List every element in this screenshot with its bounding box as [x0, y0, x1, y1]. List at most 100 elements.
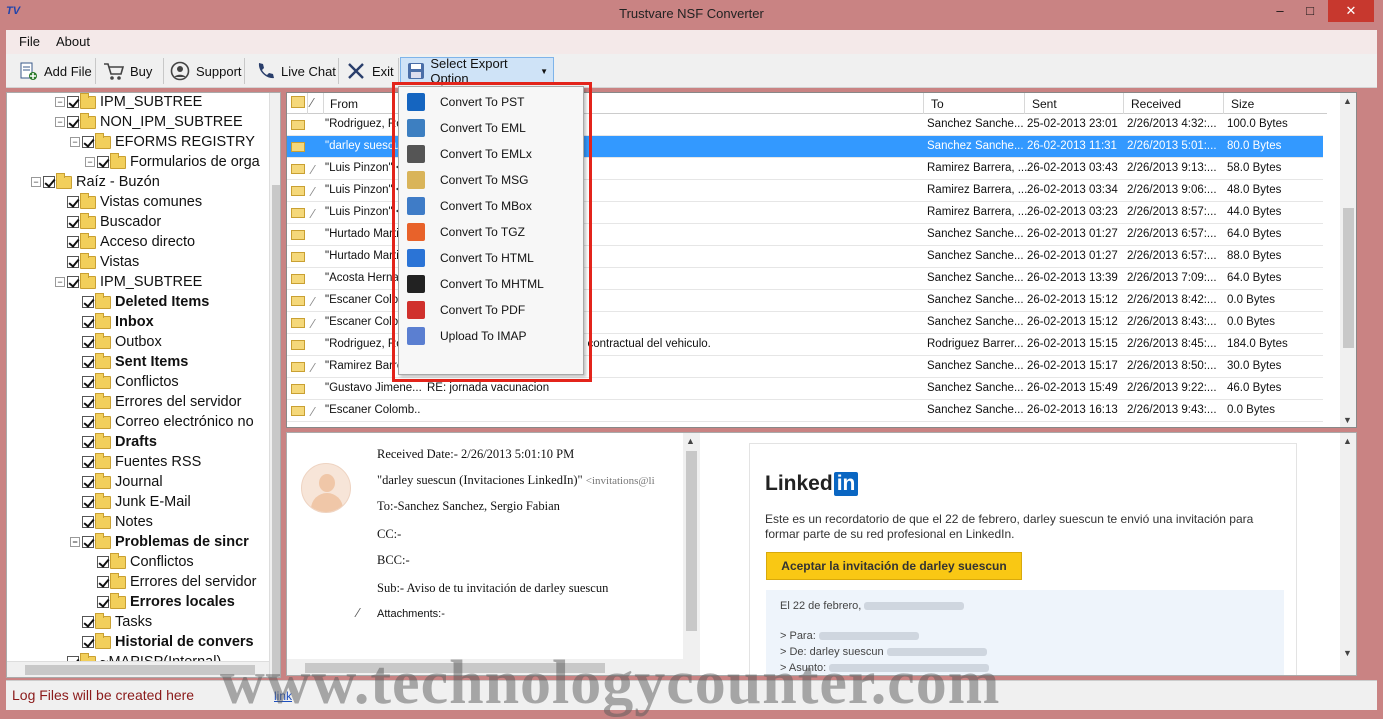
expand-toggle-icon[interactable]: − [70, 137, 80, 147]
tree-item[interactable]: Inbox [70, 312, 154, 332]
checkbox[interactable] [82, 476, 94, 488]
expand-toggle-icon[interactable]: − [55, 97, 65, 107]
checkbox[interactable] [82, 336, 94, 348]
email-row[interactable]: "Gustavo Jimene... RE: jornada vacunacion… [287, 378, 1323, 400]
checkbox[interactable] [67, 196, 79, 208]
tree-scroll-thumb[interactable] [272, 185, 280, 677]
export-option[interactable]: Convert To TGZ [399, 219, 583, 245]
checkbox[interactable] [82, 616, 94, 628]
checkbox[interactable] [67, 96, 79, 108]
tree-item[interactable]: − IPM_SUBTREE [55, 93, 202, 112]
col-received[interactable]: Received [1131, 97, 1181, 111]
expand-toggle-icon[interactable]: − [55, 117, 65, 127]
checkbox[interactable] [82, 396, 94, 408]
tree-item[interactable]: − Formularios de orga [85, 152, 260, 172]
export-option[interactable]: Convert To MHTML [399, 271, 583, 297]
col-from[interactable]: From [330, 97, 358, 111]
expand-toggle-icon[interactable]: − [31, 177, 41, 187]
tree-item[interactable]: Junk E-Mail [70, 492, 191, 512]
tree-item[interactable]: − Problemas de sincr [70, 532, 249, 552]
list-scrollbar[interactable]: ▲ ▼ [1340, 93, 1356, 427]
tree-item[interactable]: Errores del servidor [85, 572, 257, 592]
select-export-option-button[interactable]: Select Export Option ▼ [400, 56, 554, 86]
tree-item[interactable]: Tasks [70, 612, 152, 632]
checkbox[interactable] [43, 176, 55, 188]
email-row[interactable]: ∕ "Escaner Colomb... Sanchez Sanche... 26-0… [287, 400, 1323, 422]
checkbox[interactable] [82, 456, 94, 468]
support-button[interactable]: Support [164, 57, 247, 85]
scroll-up-icon[interactable]: ▲ [1343, 96, 1352, 106]
tree-item[interactable]: Deleted Items [70, 292, 209, 312]
close-button[interactable]: ✕ [1328, 0, 1374, 22]
export-option[interactable]: Convert To PST [399, 89, 583, 115]
tree-item[interactable]: − EFORMS REGISTRY [70, 132, 255, 152]
checkbox[interactable] [82, 496, 94, 508]
checkbox[interactable] [82, 316, 94, 328]
menu-file[interactable]: File [19, 34, 40, 49]
accept-invitation-button[interactable]: Aceptar la invitación de darley suescun [766, 552, 1022, 580]
checkbox[interactable] [67, 236, 79, 248]
preview-meta-hscrollbar[interactable] [287, 659, 683, 675]
checkbox[interactable] [82, 436, 94, 448]
tree-item[interactable]: Conflictos [85, 552, 194, 572]
tree-item[interactable]: Buscador [55, 212, 161, 232]
col-size[interactable]: Size [1231, 97, 1254, 111]
checkbox[interactable] [82, 136, 94, 148]
tree-item[interactable]: Vistas comunes [55, 192, 202, 212]
export-option[interactable]: Convert To EMLx [399, 141, 583, 167]
tree-scrollbar[interactable] [269, 93, 280, 677]
checkbox[interactable] [97, 556, 109, 568]
checkbox[interactable] [67, 116, 79, 128]
maximize-button[interactable]: □ [1295, 0, 1325, 22]
expand-toggle-icon[interactable]: − [85, 157, 95, 167]
scroll-up-icon[interactable]: ▲ [1343, 436, 1352, 446]
export-option[interactable]: Convert To EML [399, 115, 583, 141]
export-option[interactable]: Convert To HTML [399, 245, 583, 271]
tree-item[interactable]: − IPM_SUBTREE [55, 272, 202, 292]
checkbox[interactable] [82, 376, 94, 388]
export-option[interactable]: Convert To MBox [399, 193, 583, 219]
preview-meta-scroll-thumb[interactable] [686, 451, 697, 631]
scroll-down-icon[interactable]: ▼ [1343, 415, 1352, 425]
tree-item[interactable]: Drafts [70, 432, 157, 452]
preview-meta-hscroll-thumb[interactable] [305, 663, 605, 673]
tree-item[interactable]: Errores locales [85, 592, 235, 612]
tree-item[interactable]: Vistas [55, 252, 139, 272]
checkbox[interactable] [67, 276, 79, 288]
tree-item[interactable]: Acceso directo [55, 232, 195, 252]
checkbox[interactable] [97, 156, 109, 168]
minimize-button[interactable]: – [1265, 0, 1295, 22]
log-link[interactable]: link [274, 689, 292, 703]
col-to[interactable]: To [931, 97, 944, 111]
checkbox[interactable] [82, 636, 94, 648]
checkbox[interactable] [97, 576, 109, 588]
checkbox[interactable] [82, 416, 94, 428]
list-scroll-thumb[interactable] [1343, 208, 1354, 348]
live-chat-button[interactable]: Live Chat [249, 57, 341, 85]
checkbox[interactable] [67, 216, 79, 228]
col-sent[interactable]: Sent [1032, 97, 1057, 111]
tree-item[interactable]: Errores del servidor [70, 392, 242, 412]
tree-item[interactable]: Sent Items [70, 352, 188, 372]
buy-button[interactable]: Buy [98, 57, 157, 85]
tree-item[interactable]: Journal [70, 472, 163, 492]
preview-meta-scrollbar[interactable]: ▲ [683, 433, 700, 675]
tree-item[interactable]: Outbox [70, 332, 162, 352]
export-option[interactable]: Convert To PDF [399, 297, 583, 323]
tree-hscrollbar[interactable] [7, 661, 269, 677]
expand-toggle-icon[interactable]: − [70, 537, 80, 547]
tree-item[interactable]: − Raíz - Buzón [31, 172, 160, 192]
scroll-down-icon[interactable]: ▼ [1343, 648, 1352, 658]
export-option[interactable]: Convert To MSG [399, 167, 583, 193]
checkbox[interactable] [67, 256, 79, 268]
checkbox[interactable] [97, 596, 109, 608]
preview-body-scrollbar[interactable]: ▲ ▼ [1340, 433, 1356, 675]
expand-toggle-icon[interactable]: − [55, 277, 65, 287]
export-option[interactable]: Upload To IMAP [399, 323, 583, 349]
checkbox[interactable] [82, 356, 94, 368]
checkbox[interactable] [82, 296, 94, 308]
tree-item[interactable]: Conflictos [70, 372, 179, 392]
menu-about[interactable]: About [56, 34, 90, 49]
tree-item[interactable]: Correo electrónico no [70, 412, 254, 432]
tree-item[interactable]: Notes [70, 512, 153, 532]
